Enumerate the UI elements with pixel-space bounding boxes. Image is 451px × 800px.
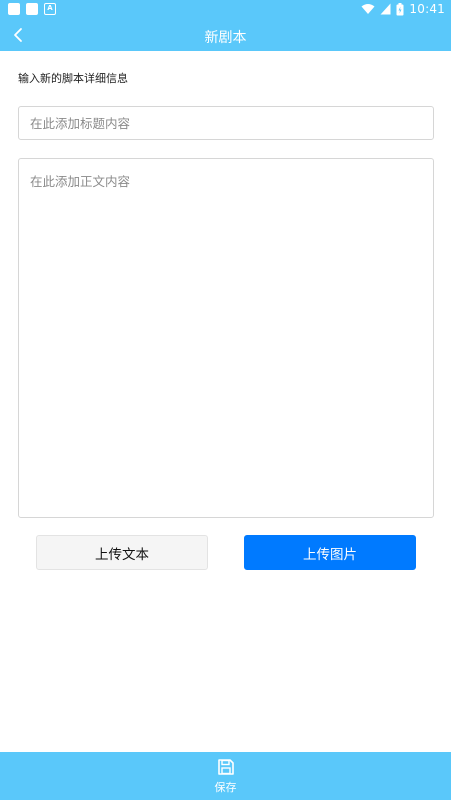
form-hint: 输入新的脚本详细信息 bbox=[18, 72, 128, 85]
status-bar: A 10:41 bbox=[0, 0, 451, 20]
app-bar: 新剧本 bbox=[0, 20, 451, 51]
save-label: 保存 bbox=[214, 780, 237, 794]
notification-icon bbox=[8, 3, 20, 15]
content-textarea[interactable] bbox=[18, 158, 434, 518]
floppy-disk-icon bbox=[217, 758, 234, 775]
system-icons: 10:41 bbox=[361, 2, 445, 16]
notification-icons: A bbox=[8, 3, 56, 15]
title-input[interactable] bbox=[18, 106, 434, 140]
notification-icon bbox=[26, 3, 38, 15]
battery-icon bbox=[396, 2, 404, 15]
upload-image-button[interactable]: 上传图片 bbox=[244, 535, 416, 570]
save-button[interactable]: 保存 bbox=[0, 752, 451, 800]
wifi-icon bbox=[361, 4, 375, 14]
screen: A 10:41 新剧本 输入新的脚本详细信息 上传文本 上传图片 保存 bbox=[0, 0, 451, 800]
upload-text-button[interactable]: 上传文本 bbox=[36, 535, 208, 570]
page-title: 新剧本 bbox=[204, 30, 247, 46]
clock: 10:41 bbox=[409, 2, 445, 16]
signal-icon bbox=[380, 3, 391, 15]
notification-letter-icon: A bbox=[44, 3, 56, 15]
